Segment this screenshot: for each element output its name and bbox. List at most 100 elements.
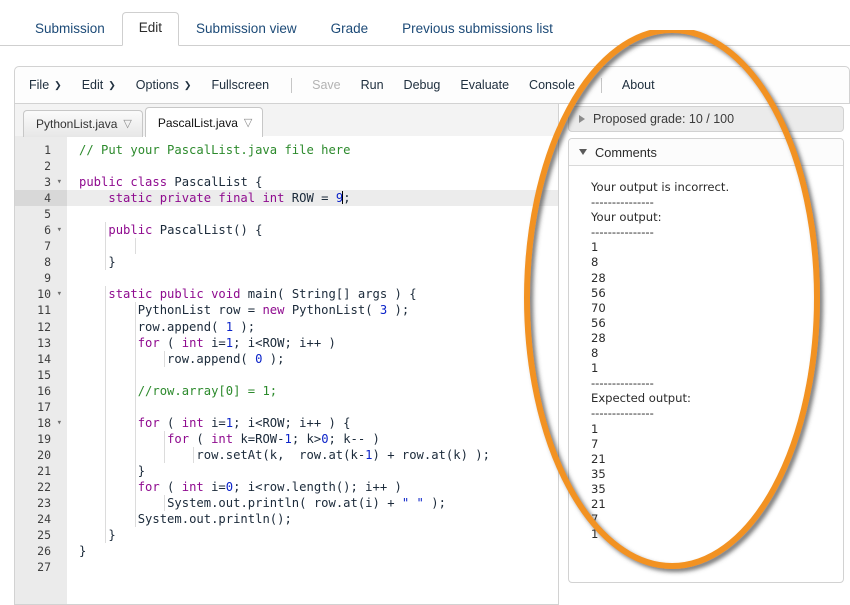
code-fold-toggle-icon[interactable]: ▾ xyxy=(15,415,67,431)
indent-guide xyxy=(105,398,107,415)
code-line-background xyxy=(67,238,558,254)
code-line[interactable]: 22 for ( int i=0; i<row.length(); i++ ) xyxy=(15,478,558,496)
code-line-text: System.out.println( row.at(i) + " " ); xyxy=(167,496,446,511)
fullscreen-button[interactable]: Fullscreen xyxy=(211,78,269,92)
indent-guide xyxy=(134,238,136,255)
comment-line: 8 xyxy=(591,255,599,270)
nav-tab-previous-submissions-list[interactable]: Previous submissions list xyxy=(385,13,570,46)
line-number: 7 xyxy=(44,239,51,254)
comments-section: Comments Your output is incorrect. ------… xyxy=(568,138,844,583)
code-line-background xyxy=(67,206,558,222)
comment-line: --------------- xyxy=(591,376,654,391)
chevron-right-icon: ❯ xyxy=(183,79,192,90)
code-line[interactable]: 3 ▾ public class PascalList { xyxy=(15,174,558,190)
code-line[interactable]: 21 } xyxy=(15,462,558,479)
nav-tab-edit[interactable]: Edit xyxy=(121,12,180,46)
code-line[interactable]: 1 // Put your PascalList.java file here xyxy=(15,142,558,158)
menu-options[interactable]: Options ❯ xyxy=(136,78,192,92)
code-line[interactable]: 24 System.out.println(); xyxy=(15,511,558,528)
toolbar-divider xyxy=(600,77,602,93)
code-line[interactable]: 9 xyxy=(15,270,558,286)
comment-line: 1 xyxy=(591,527,599,542)
nav-tab-grade[interactable]: Grade xyxy=(314,13,386,46)
code-line-text: } xyxy=(79,544,87,559)
file-tab-label: PascalList.java xyxy=(157,116,238,130)
code-fold-toggle-icon[interactable]: ▾ xyxy=(15,286,67,302)
console-button[interactable]: Console xyxy=(529,78,575,92)
comments-header[interactable]: Comments xyxy=(569,139,843,166)
code-fold-toggle-icon[interactable]: ▾ xyxy=(15,174,67,190)
triangle-down-icon[interactable]: ▽ xyxy=(123,118,131,130)
code-fold-toggle-icon[interactable]: ▾ xyxy=(15,222,67,238)
code-line[interactable]: 18 ▾ for ( int i=1; i<ROW; i++ ) { xyxy=(15,414,558,431)
code-line[interactable]: 8 } xyxy=(15,254,558,271)
debug-button[interactable]: Debug xyxy=(404,78,441,92)
evaluate-button[interactable]: Evaluate xyxy=(460,78,509,92)
code-line[interactable]: 11 PythonList row = new PythonList( 3 ); xyxy=(15,302,558,319)
code-line-text: } xyxy=(79,255,116,270)
code-line[interactable]: 5 xyxy=(15,206,558,222)
file-tab-pascallist-java[interactable]: PascalList.java ▽ xyxy=(144,107,264,137)
code-line[interactable]: 7 xyxy=(15,238,558,255)
indent-guide xyxy=(105,238,107,255)
code-line[interactable]: 26} xyxy=(15,543,558,559)
code-line[interactable]: 4 static private final int ROW = 9; xyxy=(15,190,558,207)
code-line[interactable]: 20 row.setAt(k, row.at(k-1) + row.at(k) … xyxy=(15,446,558,463)
line-number: 4 xyxy=(15,190,67,207)
file-tab-pythonlist-java[interactable]: PythonList.java ▽ xyxy=(23,110,143,137)
code-line[interactable]: 16 //row.array[0] = 1; xyxy=(15,382,558,399)
about-button[interactable]: About xyxy=(622,78,655,92)
code-line[interactable]: 17 xyxy=(15,398,558,415)
comment-line: 21 xyxy=(591,496,606,511)
indent-guide xyxy=(134,398,136,415)
code-line[interactable]: 23 System.out.println( row.at(i) + " " )… xyxy=(15,495,558,512)
line-number: 23 xyxy=(37,496,51,511)
code-line-text: // Put your PascalList.java file here xyxy=(79,143,351,157)
code-line-background xyxy=(67,543,558,559)
code-line-text: public PascalList() { xyxy=(108,223,263,238)
line-number: 25 xyxy=(37,528,51,543)
comment-line: 8 xyxy=(591,346,599,361)
code-line-background xyxy=(67,559,558,575)
nav-tab-submission-view[interactable]: Submission view xyxy=(179,13,314,46)
line-number: 27 xyxy=(37,560,51,575)
code-line[interactable]: 15 xyxy=(15,366,558,383)
comment-line: 1 xyxy=(591,240,599,255)
code-text-area[interactable]: 1 // Put your PascalList.java file here 2 3… xyxy=(14,136,559,605)
line-number: 13 xyxy=(37,335,51,350)
comment-line: 7 xyxy=(591,512,599,527)
code-line-text: //row.array[0] = 1; xyxy=(137,383,278,398)
code-line[interactable]: 27 xyxy=(15,559,558,575)
code-line[interactable]: 10 ▾ static public void main( String[] ar… xyxy=(15,286,558,303)
triangle-down-icon[interactable]: ▽ xyxy=(244,117,252,129)
line-number: 16 xyxy=(37,383,51,398)
line-number: 24 xyxy=(37,512,51,527)
menu-file[interactable]: File ❯ xyxy=(29,78,62,92)
menu-edit[interactable]: Edit ❯ xyxy=(82,78,116,92)
code-line-text: } xyxy=(79,463,146,478)
proposed-grade-section[interactable]: Proposed grade: 10 / 100 xyxy=(568,106,844,132)
file-tab-label: PythonList.java xyxy=(36,117,118,131)
code-line-background xyxy=(67,254,558,270)
indent-guide xyxy=(134,366,136,383)
code-line[interactable]: 14 row.append( 0 ); xyxy=(15,350,558,367)
code-line[interactable]: 19 for ( int k=ROW-1; k>0; k-- ) xyxy=(15,430,558,447)
code-line[interactable]: 25 } xyxy=(15,527,558,544)
code-line[interactable]: 12 row.append( 1 ); xyxy=(15,318,558,335)
comment-line: 70 xyxy=(591,300,606,315)
code-line-text: row.append( 0 ); xyxy=(79,351,285,366)
line-number: 2 xyxy=(44,159,51,174)
comment-line: 35 xyxy=(591,481,606,496)
line-number: 17 xyxy=(37,399,51,414)
code-line[interactable]: 13 for ( int i=1; i<ROW; i++ ) xyxy=(15,334,558,351)
nav-tab-submission[interactable]: Submission xyxy=(18,13,122,46)
menu-file-label: File xyxy=(29,78,50,92)
line-number: 22 xyxy=(37,479,51,494)
code-line[interactable]: 6 ▾ public PascalList() { xyxy=(15,222,558,239)
chevron-right-icon: ❯ xyxy=(54,79,62,90)
run-button[interactable]: Run xyxy=(361,78,384,92)
proposed-grade-label: Proposed grade: 10 / 100 xyxy=(593,112,735,126)
code-line[interactable]: 2 xyxy=(15,158,558,174)
save-button[interactable]: Save xyxy=(312,78,341,92)
code-line-text: for ( int i=1; i<ROW; i++ ) xyxy=(137,335,336,350)
